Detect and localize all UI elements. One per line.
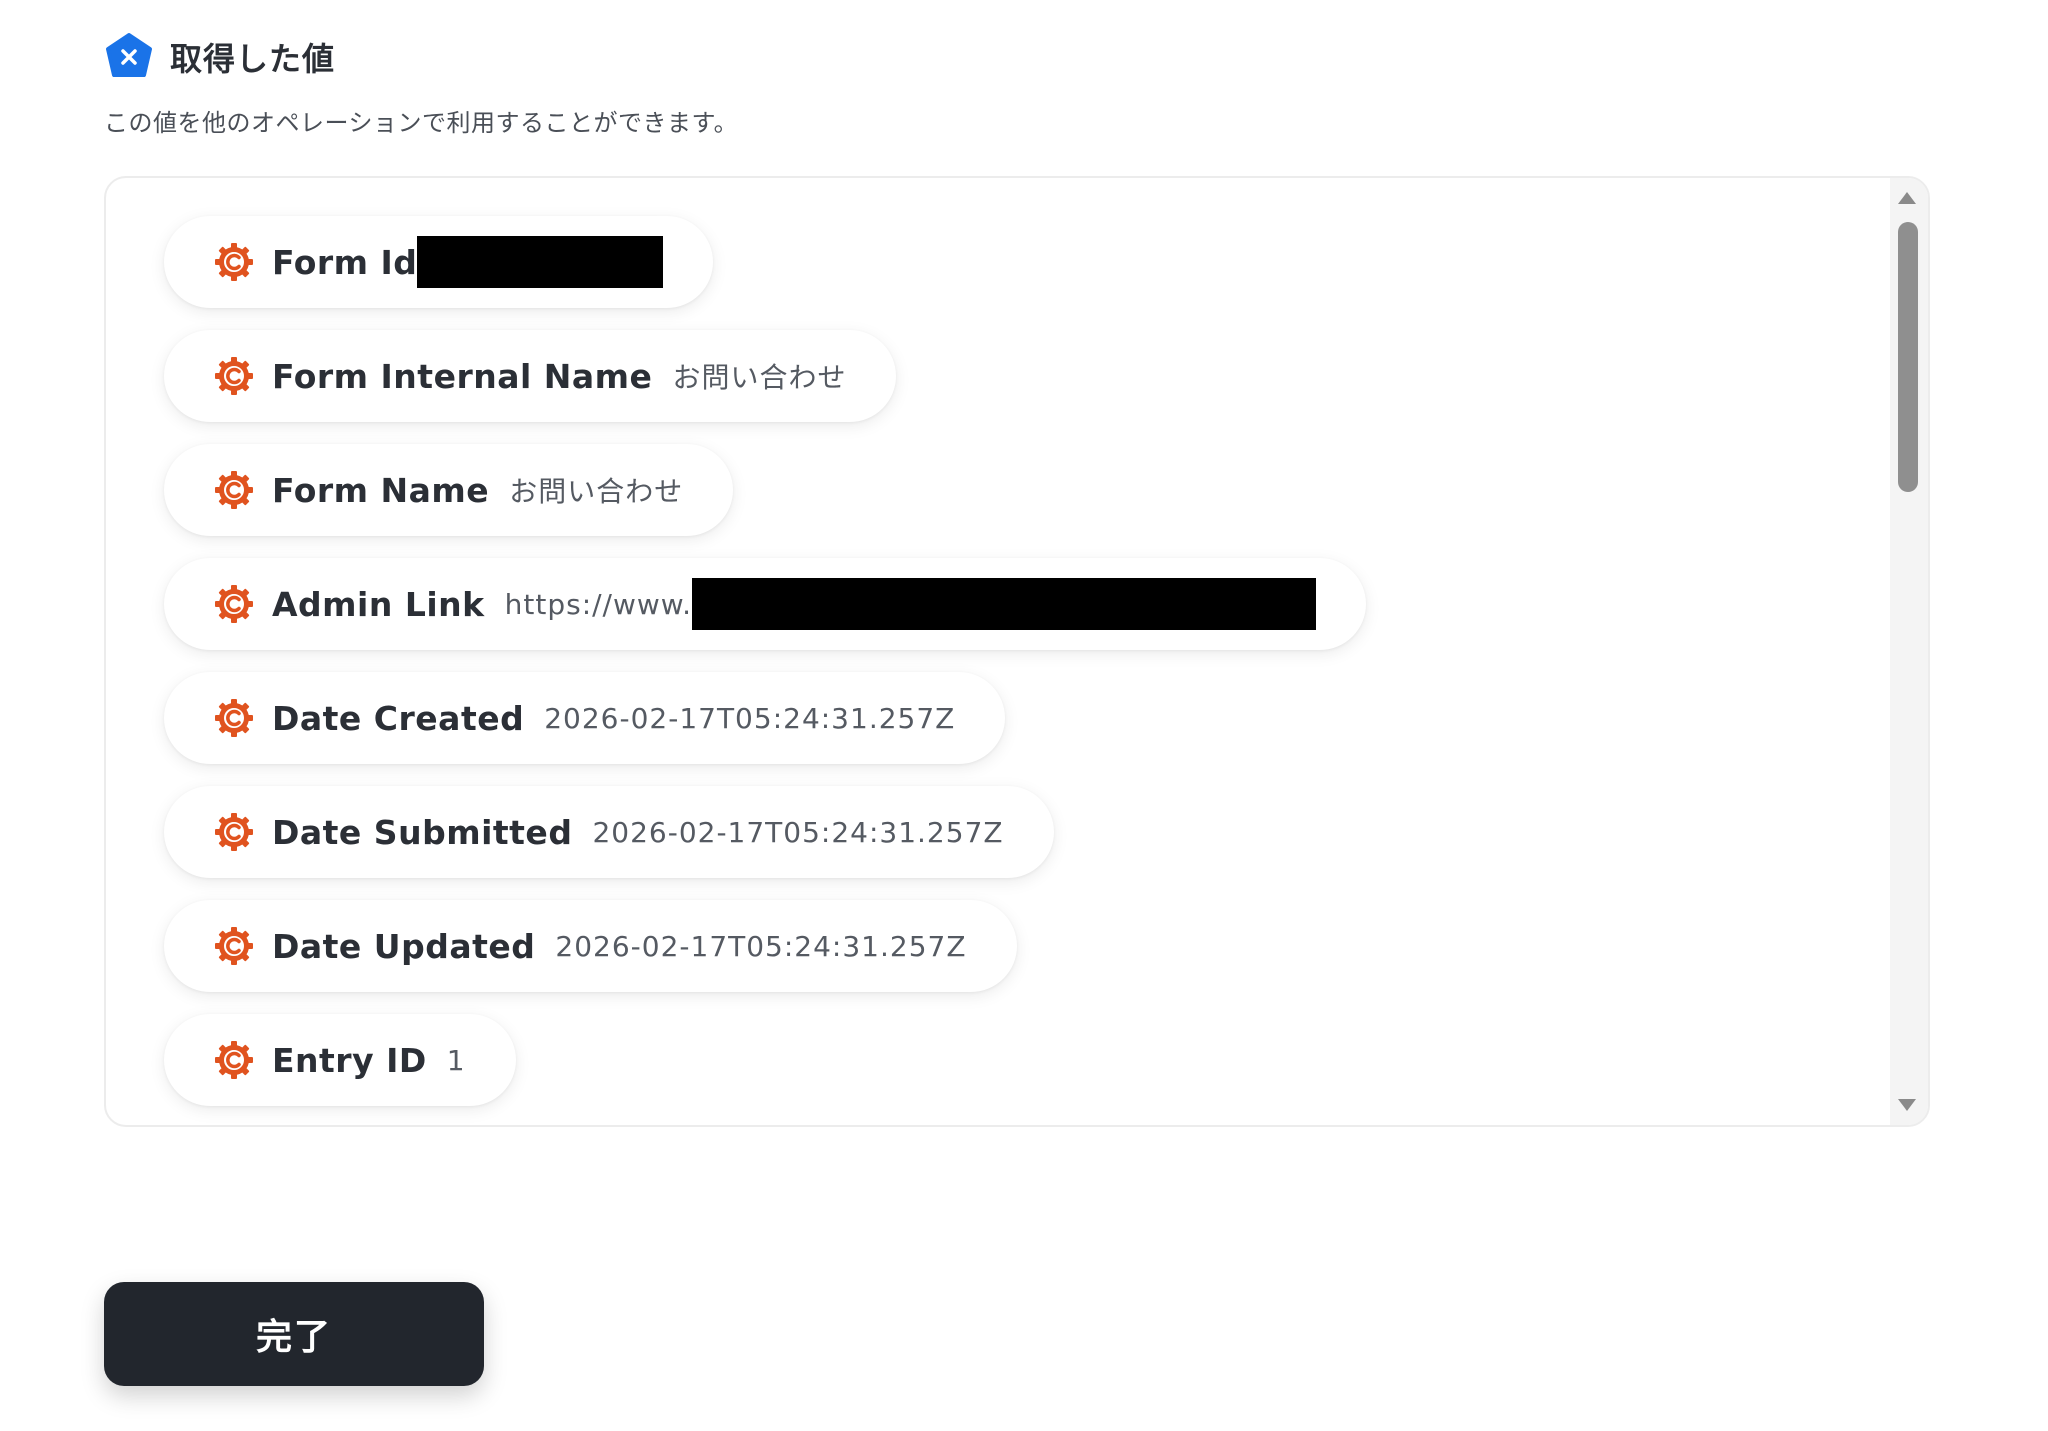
list-item: Admin Link https://www. xyxy=(164,558,1868,672)
field-pill-date-created[interactable]: Date Created 2026-02-17T05:24:31.257Z xyxy=(164,672,1006,764)
section-title: 取得した値 xyxy=(170,40,336,78)
field-value: 2026-02-17T05:24:31.257Z xyxy=(555,929,967,963)
field-pill-admin-link[interactable]: Admin Link https://www. xyxy=(164,558,1367,650)
field-pill-entry-id[interactable]: Entry ID 1 xyxy=(164,1014,516,1106)
scroll-down-arrow-icon[interactable] xyxy=(1898,1099,1916,1111)
field-pill-form-internal-name[interactable]: Form Internal Name お問い合わせ xyxy=(164,330,897,422)
field-label: Form Internal Name xyxy=(272,356,653,396)
field-pill-date-updated[interactable]: Date Updated 2026-02-17T05:24:31.257Z xyxy=(164,900,1017,992)
field-pill-date-submitted[interactable]: Date Submitted 2026-02-17T05:24:31.257Z xyxy=(164,786,1054,878)
scrollbar-thumb[interactable] xyxy=(1898,222,1918,492)
list-item: Entry ID 1 xyxy=(164,1014,1868,1125)
redacted-value xyxy=(692,578,1317,630)
field-value: 1 xyxy=(446,1043,466,1077)
list-item: Date Submitted 2026-02-17T05:24:31.257Z xyxy=(164,786,1868,900)
field-pill-form-name[interactable]: Form Name お問い合わせ xyxy=(164,444,734,536)
list-item: Form Id xyxy=(164,216,1868,330)
redacted-value xyxy=(417,236,664,288)
orange-gear-c-icon xyxy=(215,927,253,965)
field-label: Entry ID xyxy=(272,1040,427,1080)
values-list: Form Id Form Internal Name お問い合わせ Form N… xyxy=(164,216,1868,1125)
field-value: 2026-02-17T05:24:31.257Z xyxy=(544,701,956,735)
field-label: Date Created xyxy=(272,698,525,738)
orange-gear-c-icon xyxy=(215,243,253,281)
done-button[interactable]: 完了 xyxy=(104,1282,484,1386)
orange-gear-c-icon xyxy=(215,1041,253,1079)
list-item: Date Updated 2026-02-17T05:24:31.257Z xyxy=(164,900,1868,1014)
section-description: この値を他のオペレーションで利用することができます。 xyxy=(104,109,739,137)
section-header: 取得した値 xyxy=(104,32,335,82)
list-item: Form Name お問い合わせ xyxy=(164,444,1868,558)
orange-gear-c-icon xyxy=(215,471,253,509)
field-label: Admin Link xyxy=(272,584,485,624)
list-item: Form Internal Name お問い合わせ xyxy=(164,330,1868,444)
field-label: Date Updated xyxy=(272,926,536,966)
orange-gear-c-icon xyxy=(215,357,253,395)
field-label: Date Submitted xyxy=(272,812,573,852)
blue-x-pentagon-icon xyxy=(106,33,152,77)
field-value: お問い合わせ xyxy=(672,361,847,394)
field-value: https://www. xyxy=(504,587,693,621)
orange-gear-c-icon xyxy=(215,699,253,737)
vertical-scrollbar[interactable] xyxy=(1890,178,1928,1125)
list-item: Date Created 2026-02-17T05:24:31.257Z xyxy=(164,672,1868,786)
scroll-up-arrow-icon[interactable] xyxy=(1898,192,1916,204)
field-value: お問い合わせ xyxy=(509,475,684,508)
field-label: Form Id xyxy=(272,242,418,282)
orange-gear-c-icon xyxy=(215,585,253,623)
field-value: 2026-02-17T05:24:31.257Z xyxy=(592,815,1004,849)
field-pill-form-id[interactable]: Form Id xyxy=(164,216,714,308)
values-list-panel[interactable]: Form Id Form Internal Name お問い合わせ Form N… xyxy=(104,176,1930,1127)
orange-gear-c-icon xyxy=(215,813,253,851)
field-label: Form Name xyxy=(272,470,490,510)
